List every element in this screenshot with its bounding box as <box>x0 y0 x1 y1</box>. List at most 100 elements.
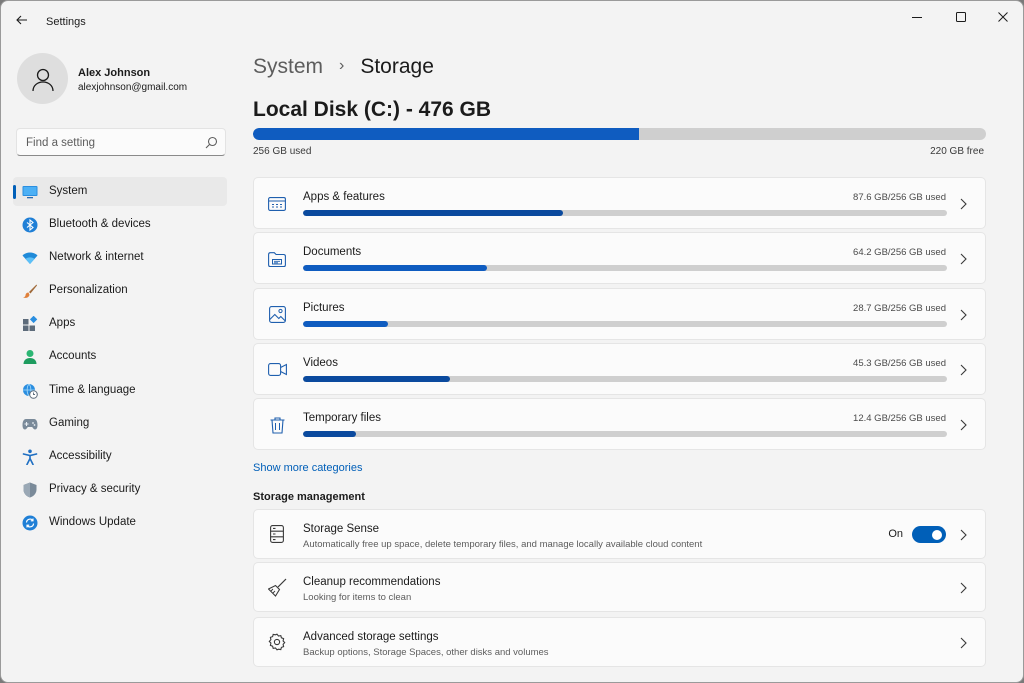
storage-sense-toggle[interactable] <box>912 526 946 543</box>
sidebar-item-time-language[interactable]: Time & language <box>13 376 227 405</box>
wifi-icon <box>22 250 38 266</box>
breadcrumb-parent[interactable]: System <box>253 55 323 79</box>
breadcrumb-separator: › <box>339 57 345 74</box>
sidebar-item-label: Apps <box>49 317 76 330</box>
sidebar-item-label: Personalization <box>49 284 128 297</box>
storage-sense-label: Storage Sense <box>303 523 380 535</box>
sidebar-item-label: Time & language <box>49 383 136 396</box>
user-icon <box>31 68 54 91</box>
cleanup-recommendations-row[interactable]: Cleanup recommendations Looking for item… <box>253 562 986 612</box>
page-title: Storage <box>360 55 434 78</box>
sidebar-item-label: Accessibility <box>49 449 112 462</box>
toggle-knob <box>932 529 942 540</box>
sidebar-item-windows-update[interactable]: Windows Update <box>13 508 227 537</box>
show-more-categories-link[interactable]: Show more categories <box>253 462 362 474</box>
category-label: Documents <box>303 246 362 259</box>
storage-sense-description: Automatically free up space, delete temp… <box>303 539 703 550</box>
sidebar-item-bluetooth[interactable]: Bluetooth & devices <box>13 210 227 239</box>
disk-usage-fill <box>253 128 640 140</box>
cleanup-recommendations-label: Cleanup recommendations <box>303 576 441 588</box>
minimize-icon <box>912 17 922 18</box>
storage-category-list: Apps & features 87.6 GB/256 GB used Docu… <box>253 177 986 453</box>
sidebar-item-accounts[interactable]: Accounts <box>13 342 227 371</box>
trash-icon <box>267 415 287 435</box>
chevron-right-icon <box>958 418 968 432</box>
update-icon <box>22 515 38 531</box>
category-usage: 28.7 GB/256 GB used <box>853 302 946 314</box>
maximize-button[interactable] <box>938 1 984 33</box>
pictures-icon <box>267 305 287 325</box>
sidebar-item-label: Bluetooth & devices <box>49 218 151 231</box>
chevron-right-icon <box>958 528 968 542</box>
avatar[interactable] <box>17 53 68 104</box>
gear-icon <box>267 632 287 652</box>
disk-used-label: 256 GB used <box>253 146 312 157</box>
apps-features-icon <box>267 194 287 214</box>
storage-sense-row[interactable]: Storage Sense Automatically free up spac… <box>253 509 986 559</box>
category-temporary-files[interactable]: Temporary files 12.4 GB/256 GB used <box>253 398 986 451</box>
settings-window: Settings Alex Johnson alexjohnson@gmail.… <box>0 0 1024 683</box>
chevron-right-icon <box>958 252 968 266</box>
close-icon <box>998 12 1008 22</box>
disk-free-label: 220 GB free <box>930 146 984 157</box>
category-usage: 64.2 GB/256 GB used <box>853 247 946 259</box>
category-usage-fill <box>303 375 450 382</box>
sidebar-item-label: Gaming <box>49 416 90 429</box>
chevron-right-icon <box>958 197 968 211</box>
storage-sense-icon <box>267 524 287 544</box>
sidebar-nav: System Bluetooth & devices Network & int… <box>13 177 227 541</box>
category-usage-fill <box>303 320 388 327</box>
title-bar: Settings <box>1 1 1023 37</box>
category-usage-fill <box>303 431 357 438</box>
sidebar-item-network[interactable]: Network & internet <box>13 243 227 272</box>
sidebar-item-system[interactable]: System <box>13 177 227 206</box>
category-usage-fill <box>303 210 564 216</box>
disk-title: Local Disk (C:) - 476 GB <box>253 98 492 121</box>
search-input[interactable] <box>26 135 196 151</box>
chevron-right-icon <box>958 308 968 322</box>
advanced-storage-settings-description: Backup options, Storage Spaces, other di… <box>303 647 549 658</box>
bluetooth-icon <box>22 217 38 233</box>
search-box[interactable] <box>16 128 226 156</box>
minimize-button[interactable] <box>894 1 940 33</box>
app-title: Settings <box>46 16 86 28</box>
user-name: Alex Johnson <box>78 67 151 79</box>
user-email: alexjohnson@gmail.com <box>78 82 188 93</box>
account-icon <box>22 349 38 365</box>
category-pictures[interactable]: Pictures 28.7 GB/256 GB used <box>253 287 986 340</box>
broom-icon <box>267 577 287 597</box>
close-button[interactable] <box>980 1 1023 33</box>
category-usage-bar <box>303 320 947 327</box>
sidebar-item-apps[interactable]: Apps <box>13 309 227 338</box>
sidebar-item-accessibility[interactable]: Accessibility <box>13 442 227 471</box>
sidebar-item-label: Network & internet <box>49 251 144 264</box>
sidebar-item-personalization[interactable]: Personalization <box>13 276 227 305</box>
sidebar-item-label: System <box>49 185 88 197</box>
sidebar-item-privacy-security[interactable]: Privacy & security <box>13 475 227 504</box>
storage-management-heading: Storage management <box>253 491 365 503</box>
category-videos[interactable]: Videos 45.3 GB/256 GB used <box>253 342 986 395</box>
shield-icon <box>22 482 38 498</box>
apps-icon <box>22 316 38 332</box>
accessibility-icon <box>22 449 38 465</box>
category-usage-bar <box>303 210 947 216</box>
video-camera-icon <box>267 360 287 380</box>
category-apps-features[interactable]: Apps & features 87.6 GB/256 GB used <box>253 177 986 229</box>
back-button[interactable] <box>13 11 31 29</box>
globe-clock-icon <box>22 383 38 399</box>
search-icon[interactable] <box>205 136 218 149</box>
advanced-storage-settings-row[interactable]: Advanced storage settings Backup options… <box>253 617 986 667</box>
brush-icon <box>22 283 38 299</box>
category-usage-fill <box>303 265 488 272</box>
sidebar-item-label: Privacy & security <box>49 482 141 495</box>
category-documents[interactable]: Documents 64.2 GB/256 GB used <box>253 232 986 285</box>
category-label: Pictures <box>303 301 345 314</box>
maximize-icon <box>956 12 966 22</box>
breadcrumb: System › Storage <box>253 53 434 81</box>
toggle-state-label: On <box>888 528 903 540</box>
category-label: Videos <box>303 356 338 369</box>
back-arrow-icon <box>16 15 27 25</box>
category-usage: 45.3 GB/256 GB used <box>853 357 946 369</box>
sidebar-item-gaming[interactable]: Gaming <box>13 409 227 438</box>
chevron-right-icon <box>958 363 968 377</box>
